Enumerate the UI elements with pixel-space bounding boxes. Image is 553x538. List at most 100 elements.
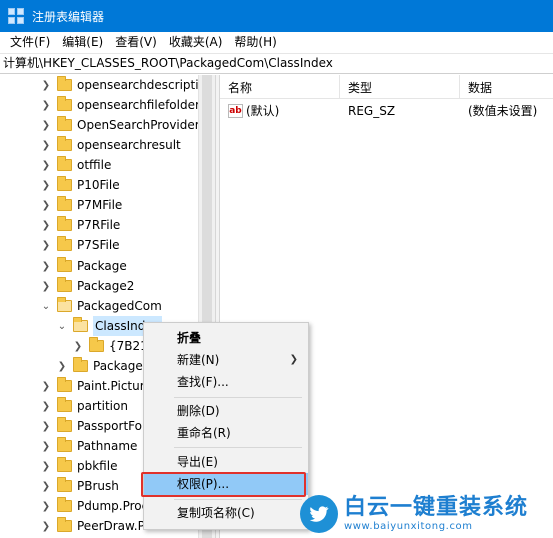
folder-icon <box>57 517 72 532</box>
registry-editor-icon <box>8 8 24 24</box>
chevron-right-icon[interactable]: ❯ <box>40 256 52 276</box>
chevron-right-icon[interactable]: ❯ <box>40 376 52 396</box>
chevron-right-icon[interactable]: ❯ <box>40 115 52 135</box>
chevron-right-icon[interactable]: ❯ <box>40 235 52 255</box>
menu-item-export[interactable]: 导出(E) <box>144 451 308 473</box>
folder-icon <box>57 216 72 231</box>
tree-item[interactable]: ❯ Package <box>40 256 127 276</box>
chevron-right-icon[interactable]: ❯ <box>40 276 52 296</box>
folder-icon <box>73 357 88 372</box>
chevron-right-icon[interactable]: ❯ <box>40 195 52 215</box>
tree-item[interactable]: ❯ Package2 <box>40 276 134 296</box>
tree-item[interactable]: ⌄ PackagedCom <box>40 296 162 316</box>
tree-item[interactable]: ❯ OpenSearchProvider <box>40 115 200 135</box>
address-bar[interactable]: 计算机\HKEY_CLASSES_ROOT\PackagedCom\ClassI… <box>0 53 553 74</box>
folder-icon <box>57 96 72 111</box>
chevron-right-icon[interactable]: ❯ <box>40 476 52 496</box>
tree-item[interactable]: ❯ otffile <box>40 155 111 175</box>
folder-icon <box>57 417 72 432</box>
column-header-data[interactable]: 数据 <box>460 75 553 99</box>
menu-item-rename[interactable]: 重命名(R) <box>144 422 308 444</box>
folder-icon <box>57 477 72 492</box>
menu-item-permissions[interactable]: 权限(P)... <box>144 473 308 495</box>
list-item[interactable]: ab (默认) REG_SZ (数值未设置) <box>220 101 553 121</box>
tree-item[interactable]: ❯ P7RFile <box>40 215 120 235</box>
tree-item[interactable]: ❯ opensearchfilefolderr <box>40 95 205 115</box>
folder-icon <box>57 457 72 472</box>
chevron-right-icon[interactable]: ❯ <box>40 215 52 235</box>
menu-item-copy-key-name[interactable]: 复制项名称(C) <box>144 502 308 524</box>
menu-item-find[interactable]: 查找(F)... <box>144 371 308 393</box>
chevron-down-icon[interactable]: ⌄ <box>56 316 68 336</box>
tree-item[interactable]: ❯ PassportFor <box>40 416 147 436</box>
menu-file[interactable]: 文件(F) <box>4 32 56 52</box>
tree-item[interactable]: ❯ P10File <box>40 175 120 195</box>
tree-item-label: pbkfile <box>77 459 118 473</box>
folder-icon <box>57 76 72 91</box>
tree-item-label: Package2 <box>77 279 135 293</box>
value-name: (默认) <box>246 104 280 118</box>
tree-item[interactable]: ❯ opensearchresult <box>40 135 181 155</box>
tree-item[interactable]: ❯ partition <box>40 396 128 416</box>
tree-item-label: opensearchdescriptic <box>77 78 206 92</box>
value-data: (数值未设置) <box>468 104 538 118</box>
folder-icon <box>57 257 72 272</box>
context-menu: 折叠 新建(N) ❯ 查找(F)... 删除(D) 重命名(R) 导出(E) 权… <box>143 322 309 530</box>
chevron-right-icon[interactable]: ❯ <box>40 396 52 416</box>
chevron-right-icon[interactable]: ❯ <box>40 416 52 436</box>
tree-item[interactable]: ❯ Package <box>56 356 143 376</box>
column-header-type[interactable]: 类型 <box>340 75 460 99</box>
tree-item-label: P7RFile <box>77 218 121 232</box>
tree-item-label: P7SFile <box>77 238 120 252</box>
tree-item-label: PBrush <box>77 479 119 493</box>
tree-item[interactable]: ❯ Pdump.Proc <box>40 496 148 516</box>
tree-item-label: P7MFile <box>77 198 123 212</box>
folder-icon <box>57 196 72 211</box>
chevron-right-icon[interactable]: ❯ <box>40 456 52 476</box>
menu-item-collapse[interactable]: 折叠 <box>144 327 308 349</box>
menu-help[interactable]: 帮助(H) <box>228 32 282 52</box>
folder-icon <box>57 236 72 251</box>
menu-edit[interactable]: 编辑(E) <box>56 32 109 52</box>
chevron-right-icon: ❯ <box>289 354 298 365</box>
tree-item-label: PassportFor <box>77 419 147 433</box>
folder-icon <box>57 136 72 151</box>
chevron-right-icon[interactable]: ❯ <box>40 135 52 155</box>
menu-item-delete[interactable]: 删除(D) <box>144 400 308 422</box>
list-header: 名称 类型 数据 <box>220 75 553 99</box>
tree-item[interactable]: ❯ Pathname <box>40 436 137 456</box>
chevron-right-icon[interactable]: ❯ <box>40 436 52 456</box>
menu-favorites[interactable]: 收藏夹(A) <box>163 32 229 52</box>
tree-item-label: Package <box>93 359 143 373</box>
tree-item[interactable]: ❯ pbkfile <box>40 456 117 476</box>
tree-item[interactable]: ❯ P7MFile <box>40 195 122 215</box>
bird-logo-icon <box>300 495 338 533</box>
chevron-right-icon[interactable]: ❯ <box>72 336 84 356</box>
column-header-name[interactable]: 名称 <box>220 75 340 99</box>
menu-view[interactable]: 查看(V) <box>109 32 163 52</box>
chevron-right-icon[interactable]: ❯ <box>56 356 68 376</box>
folder-icon <box>57 437 72 452</box>
folder-icon <box>57 156 72 171</box>
folder-icon <box>57 497 72 512</box>
menu-item-new[interactable]: 新建(N) ❯ <box>144 349 308 371</box>
chevron-right-icon[interactable]: ❯ <box>40 175 52 195</box>
chevron-right-icon[interactable]: ❯ <box>40 496 52 516</box>
folder-icon <box>57 277 72 292</box>
watermark-title: 白云一键重装系统 <box>344 495 529 520</box>
chevron-down-icon[interactable]: ⌄ <box>40 296 52 316</box>
tree-item[interactable]: ❯ Paint.Picture <box>40 376 152 396</box>
tree-item-label: Package <box>77 259 127 273</box>
folder-open-icon <box>73 317 88 332</box>
chevron-right-icon[interactable]: ❯ <box>40 75 52 95</box>
tree-item-label: Paint.Picture <box>77 379 152 393</box>
chevron-right-icon[interactable]: ❯ <box>40 95 52 115</box>
menu-separator <box>174 499 302 500</box>
chevron-right-icon[interactable]: ❯ <box>40 155 52 175</box>
tree-item[interactable]: ❯ P7SFile <box>40 235 120 255</box>
tree-item-label: Pdump.Proc <box>77 499 149 513</box>
tree-item[interactable]: ❯ PBrush <box>40 476 119 496</box>
tree-item[interactable]: ❯ opensearchdescriptic <box>40 75 205 95</box>
chevron-right-icon[interactable]: ❯ <box>40 516 52 536</box>
watermark-url: www.baiyunxitong.com <box>344 521 473 532</box>
